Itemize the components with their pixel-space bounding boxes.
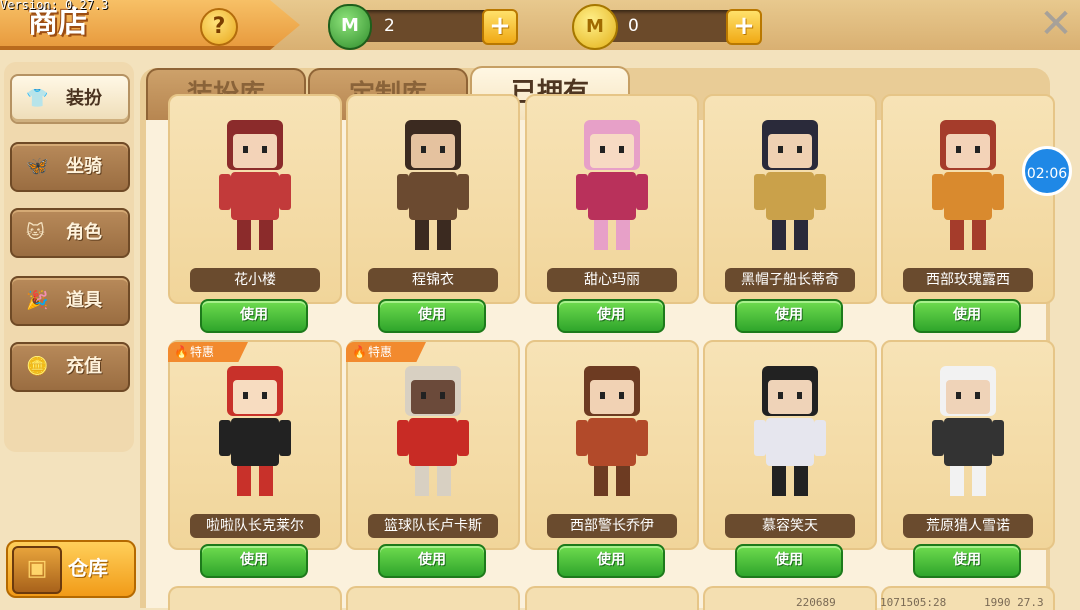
coin-amount: 0	[628, 16, 639, 36]
use-button[interactable]: 使用	[913, 299, 1021, 333]
character-icon: 🐱	[26, 222, 45, 243]
add-gems-button[interactable]: +	[482, 9, 518, 45]
costume-card[interactable]: 慕容笑天	[703, 340, 877, 550]
costume-name: 花小楼	[190, 268, 320, 292]
use-button[interactable]: 使用	[378, 544, 486, 578]
costume-name: 西部警长乔伊	[547, 514, 677, 538]
character-figure	[219, 366, 291, 496]
help-button[interactable]: ?	[200, 8, 238, 46]
costume-name: 慕容笑天	[725, 514, 855, 538]
costume-name: 西部玫瑰露西	[903, 268, 1033, 292]
coin-icon: M	[572, 4, 618, 50]
costume-card[interactable]: 荒原猎人雪诺	[881, 340, 1055, 550]
sidebar-item-label: 角色	[66, 222, 102, 243]
costume-name: 篮球队长卢卡斯	[368, 514, 498, 538]
character-figure	[397, 366, 469, 496]
warehouse-label: 仓库	[68, 556, 108, 580]
costume-card-partial	[346, 586, 520, 610]
costume-name: 黑帽子船长蒂奇	[725, 268, 855, 292]
character-figure	[754, 366, 826, 496]
use-button[interactable]: 使用	[913, 544, 1021, 578]
sidebar-item-costume[interactable]: 👕 装扮	[10, 74, 130, 124]
sale-tag: 🔥 特惠	[346, 342, 426, 362]
timer-badge[interactable]: 02:06	[1022, 146, 1072, 196]
warehouse-button[interactable]: ▣ 仓库	[6, 540, 136, 598]
character-figure	[219, 120, 291, 250]
character-figure	[932, 366, 1004, 496]
use-button[interactable]: 使用	[378, 299, 486, 333]
use-button[interactable]: 使用	[200, 299, 308, 333]
footer-time: 1071505:28	[880, 596, 947, 609]
use-button[interactable]: 使用	[735, 544, 843, 578]
costume-card[interactable]: 西部玫瑰露西	[881, 94, 1055, 304]
coin-balance: M 0 +	[572, 4, 762, 50]
character-figure	[576, 120, 648, 250]
costume-name: 甜心玛丽	[547, 268, 677, 292]
recharge-icon: 🪙	[26, 356, 49, 377]
sale-label: 特惠	[368, 345, 393, 359]
version-label: Version: 0.27.3	[0, 0, 109, 12]
costume-card-partial	[168, 586, 342, 610]
use-button[interactable]: 使用	[557, 299, 665, 333]
costume-card[interactable]: 花小楼	[168, 94, 342, 304]
sale-tag: 🔥 特惠	[168, 342, 248, 362]
costume-card[interactable]: 🔥 特惠篮球队长卢卡斯	[346, 340, 520, 550]
sidebar: 👕 装扮 🦋 坐骑 🐱 角色 🎉 道具 🪙 充值	[4, 62, 134, 452]
top-bar: 商店 Version: 0.27.3 ? M 2 + M 0 + ✕	[0, 0, 1080, 50]
sidebar-item-label: 充值	[66, 356, 102, 377]
character-figure	[576, 366, 648, 496]
costume-name: 啦啦队长克莱尔	[190, 514, 320, 538]
footer-id: 220689	[796, 596, 836, 609]
character-figure	[932, 120, 1004, 250]
costume-card-partial	[525, 586, 699, 610]
treasure-chest-icon: ▣	[12, 546, 62, 594]
use-button[interactable]: 使用	[200, 544, 308, 578]
costume-card[interactable]: 西部警长乔伊	[525, 340, 699, 550]
sale-label: 特惠	[190, 345, 215, 359]
costume-card[interactable]: 甜心玛丽	[525, 94, 699, 304]
fire-icon: 🔥	[174, 345, 189, 359]
sidebar-item-mount[interactable]: 🦋 坐骑	[10, 142, 130, 192]
sidebar-item-props[interactable]: 🎉 道具	[10, 276, 130, 326]
sidebar-item-label: 坐骑	[66, 156, 102, 177]
character-figure	[397, 120, 469, 250]
gem-amount: 2	[384, 16, 395, 36]
costume-card-partial	[703, 586, 877, 610]
costume-card[interactable]: 🔥 特惠啦啦队长克莱尔	[168, 340, 342, 550]
fire-icon: 🔥	[352, 345, 367, 359]
sidebar-item-label: 装扮	[66, 88, 102, 109]
costume-name: 荒原猎人雪诺	[903, 514, 1033, 538]
costume-card[interactable]: 程锦衣	[346, 94, 520, 304]
use-button[interactable]: 使用	[735, 299, 843, 333]
use-button[interactable]: 使用	[557, 544, 665, 578]
gem-icon: M	[328, 4, 372, 50]
close-icon[interactable]: ✕	[1036, 4, 1076, 44]
sidebar-item-recharge[interactable]: 🪙 充值	[10, 342, 130, 392]
costume-name: 程锦衣	[368, 268, 498, 292]
shirt-icon: 👕	[26, 88, 49, 109]
props-icon: 🎉	[26, 290, 49, 311]
character-figure	[754, 120, 826, 250]
gem-balance: M 2 +	[328, 4, 518, 50]
add-coins-button[interactable]: +	[726, 9, 762, 45]
costume-card[interactable]: 黑帽子船长蒂奇	[703, 94, 877, 304]
footer-version: 1990 27.3	[984, 596, 1044, 609]
mount-icon: 🦋	[26, 156, 49, 177]
sidebar-item-character[interactable]: 🐱 角色	[10, 208, 130, 258]
sidebar-item-label: 道具	[66, 290, 102, 311]
